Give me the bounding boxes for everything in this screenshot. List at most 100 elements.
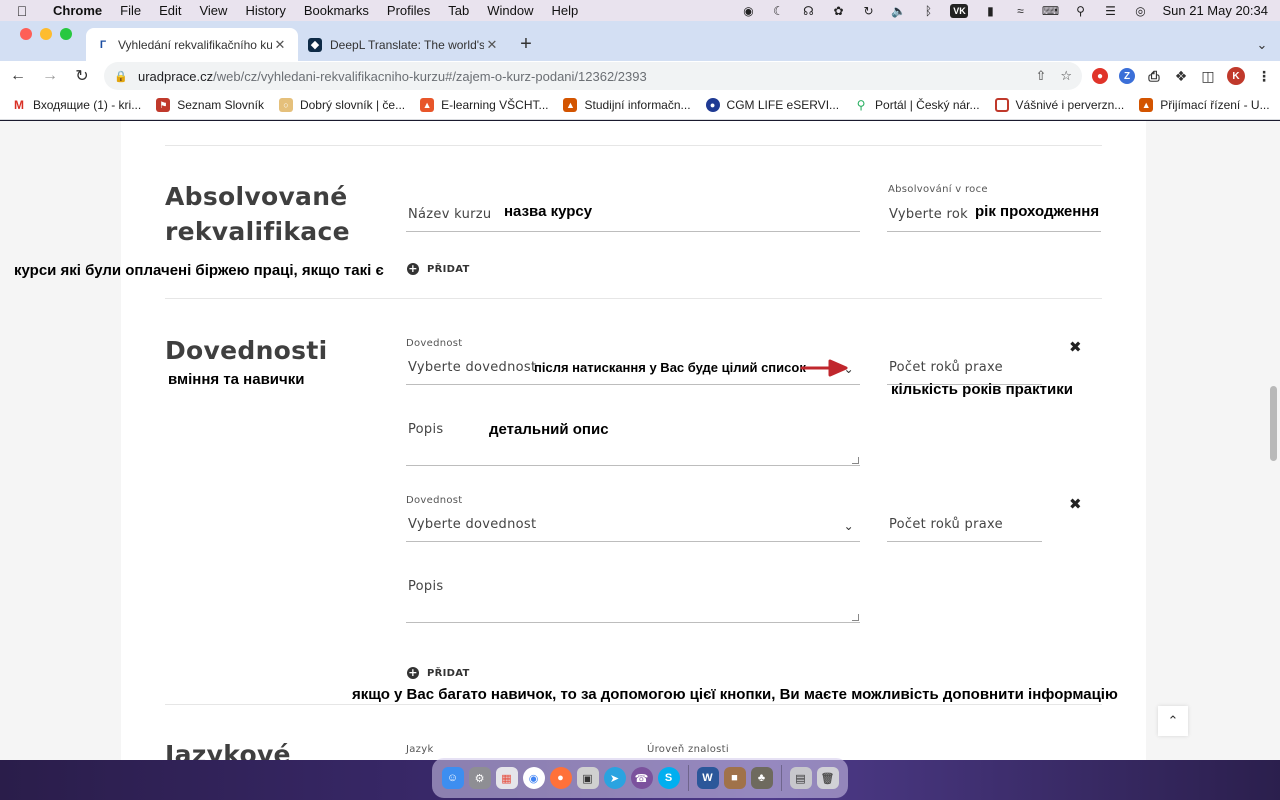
spotlight-search-icon[interactable]: ⚲ [1072,4,1088,18]
gimp-icon[interactable]: ♣ [750,767,773,789]
adblock-extension-icon[interactable]: ● [1092,68,1108,84]
menu-profiles[interactable]: Profiles [378,3,439,18]
bookmark-cgm[interactable]: ● CGM LIFE eSERVI... [705,98,839,112]
zoom-window-button[interactable] [60,27,72,40]
remove-skill-close-icon[interactable]: ✖ [1069,338,1082,356]
section-title-languages: Jazykové [165,740,291,760]
bookmark-portal[interactable]: ⚲ Portál | Český nár... [854,98,980,112]
menu-window[interactable]: Window [478,3,542,18]
headphones-icon[interactable]: ☊ [800,4,816,18]
battery-icon[interactable]: ▮ [982,4,998,18]
menu-edit[interactable]: Edit [150,3,190,18]
finder-icon[interactable]: ☺ [441,767,464,789]
printer-extension-icon[interactable]: ⎙ [1146,68,1162,84]
years-of-practice-input[interactable]: Počet roků praxe [887,503,1042,542]
annotation-course-name: назва курсу [504,203,593,220]
bookmark-seznam[interactable]: ⚑ Seznam Slovník [156,98,264,112]
chevron-down-icon[interactable]: ⌄ [844,519,854,533]
remove-skill-close-icon[interactable]: ✖ [1069,495,1082,513]
annotation-skill-list-hint: після натискання у Вас буде цілий список [534,360,806,375]
browser-toolbar: ← → ↻ 🔒 uradprace.cz /web/cz/vyhledani-r… [0,61,1280,91]
menu-tab[interactable]: Tab [439,3,478,18]
tab-search-chevron-icon[interactable]: ⌄ [1244,28,1280,61]
palette-icon: ○ [278,98,293,112]
puzzle-extensions-icon[interactable]: ❖ [1173,68,1189,84]
bookmark-elearning[interactable]: ▲ E-learning VŠCHT... [420,98,548,112]
annotation-year: рік проходження [975,203,1100,220]
menu-history[interactable]: History [236,3,294,18]
back-arrow-icon[interactable]: ← [4,63,32,89]
bookmarks-bar: M Входящие (1) - kri... ⚑ Seznam Slovník ○… [0,91,1280,120]
apple-icon[interactable]:  [0,3,44,19]
siri-icon[interactable]: ◎ [1132,4,1148,18]
telegram-icon[interactable]: ➤ [603,767,626,789]
creative-cloud-icon[interactable]: ◉ [740,4,756,18]
z-extension-icon[interactable]: Z [1119,68,1135,84]
share-icon[interactable]: ⇧ [1035,68,1046,84]
tab-deepl[interactable]: ◆ DeepL Translate: The world's most accu… [298,28,510,61]
chrome-icon[interactable]: ◉ [522,767,545,789]
feather-icon[interactable]: ✿ [830,4,846,18]
input-source-icon[interactable]: VK [950,3,969,18]
menu-help[interactable]: Help [543,3,588,18]
launchpad-icon[interactable]: ▦ [495,767,518,789]
side-panel-icon[interactable]: ◫ [1200,68,1216,84]
volume-icon[interactable]: 🔈 [890,4,906,18]
system-settings-icon[interactable]: ⚙ [468,767,491,789]
bookmark-prijimaci[interactable]: ▲ Přijímací řízení - U... [1139,98,1270,112]
word-icon[interactable]: W [696,767,719,789]
course-name-input[interactable]: Název kurzu [406,193,860,232]
skill-placeholder: Vyberte dovednost [408,360,537,375]
tab-uradprace[interactable]: Г Vyhledání rekvalifikačního kurzu ✕ [86,28,298,61]
profile-avatar[interactable]: K [1227,67,1245,85]
resize-grip-icon[interactable] [852,457,859,464]
preview-icon[interactable]: ▣ [576,767,599,789]
add-requalification-button[interactable]: + PŘIDAT [407,263,470,275]
menubar-clock[interactable]: Sun 21 May 20:34 [1162,3,1268,18]
omnibox-actions: ⇧ ☆ [1035,68,1072,84]
scroll-to-top-button[interactable]: ⌃ [1158,706,1188,736]
menu-view[interactable]: View [190,3,236,18]
skill-select[interactable]: Vyberte dovednost ⌄ [406,503,860,542]
years-of-practice-input[interactable]: Počet roků praxe [887,346,1042,385]
tab-close-icon[interactable]: ✕ [272,37,288,53]
bluetooth-icon[interactable]: ᛒ [920,4,936,18]
lock-icon[interactable]: 🔒 [114,70,130,83]
window-controls [0,27,86,55]
address-bar[interactable]: 🔒 uradprace.cz /web/cz/vyhledani-rekvali… [104,62,1082,90]
new-tab-button[interactable]: + [510,28,542,61]
chrome-menu-icon[interactable]: ⋮ [1256,68,1272,84]
resize-grip-icon[interactable] [852,614,859,621]
sync-icon[interactable]: ↻ [860,4,876,18]
reload-icon[interactable]: ↻ [68,63,96,89]
archive-icon[interactable]: ■ [723,767,746,789]
bookmark-gmail[interactable]: M Входящие (1) - kri... [12,98,141,112]
control-center-icon[interactable]: ☰ [1102,4,1118,18]
add-skill-button[interactable]: + PŘIDAT [407,667,470,679]
trash-icon[interactable]: 🗑 [816,767,839,789]
menu-app-name[interactable]: Chrome [44,3,111,18]
screenshots-folder-icon[interactable]: ▤ [789,767,812,789]
skype-icon[interactable]: S [657,767,680,789]
wifi-icon[interactable]: ≈ [1012,4,1028,18]
firefox-icon[interactable]: ● [549,767,572,789]
tab-close-icon[interactable]: ✕ [484,37,500,53]
viber-icon[interactable]: ☎ [630,767,653,789]
forward-arrow-icon[interactable]: → [36,63,64,89]
bookmark-studijni[interactable]: ▲ Studijní informačn... [563,98,691,112]
moon-icon[interactable]: ☾ [770,4,786,18]
keyboard-icon[interactable]: ⌨ [1042,4,1059,18]
years-placeholder: Počet roků praxe [889,517,1003,532]
tab-title: Vyhledání rekvalifikačního kurzu [118,37,272,52]
description-placeholder: Popis [408,579,444,594]
skill-description-textarea[interactable]: Popis [406,410,860,466]
bookmark-star-icon[interactable]: ☆ [1060,68,1072,84]
minimize-window-button[interactable] [40,27,52,40]
menu-file[interactable]: File [111,3,150,18]
close-window-button[interactable] [20,27,32,40]
bookmark-vasnive[interactable]: Vášnivé i perverzn... [994,98,1124,112]
bookmark-dobry-slovnik[interactable]: ○ Dobrý slovník | če... [278,98,405,112]
page-scrollbar[interactable] [1270,386,1277,461]
menu-bookmarks[interactable]: Bookmarks [295,3,378,18]
skill-description-textarea[interactable]: Popis [406,567,860,623]
